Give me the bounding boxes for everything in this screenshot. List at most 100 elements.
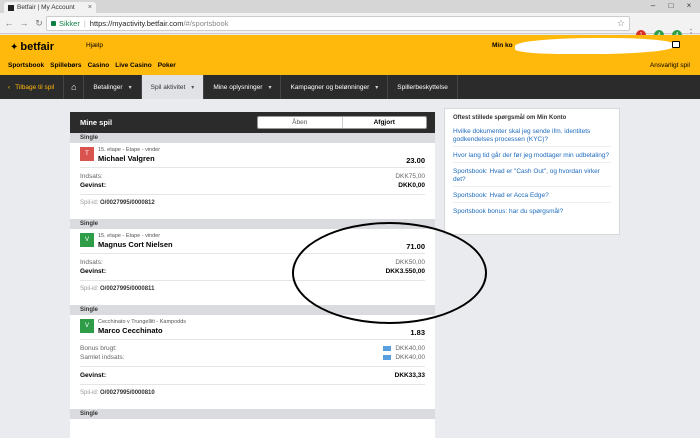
betfair-logo[interactable]: ✦ betfair: [10, 41, 54, 53]
annotation-circle: [292, 222, 487, 324]
bet-id-value: O/0027995/0000812: [100, 200, 155, 206]
faq-title: Oftest stillede spørgsmål om Min Konto: [453, 115, 567, 121]
bet-odds: 1.83: [410, 328, 425, 337]
total-stake-label: Samlet indsats:: [80, 354, 125, 361]
nav-item-details[interactable]: Mine oplysninger ▾: [204, 75, 282, 99]
win-label: Gevinst:: [80, 268, 107, 275]
bonus-icon: [383, 354, 392, 360]
bookmark-star-icon[interactable]: ☆: [617, 18, 625, 29]
chevron-down-icon: ▾: [268, 84, 272, 91]
account-name[interactable]: Min ko: [492, 42, 513, 49]
forward-arrow-icon[interactable]: →: [18, 18, 30, 28]
account-nav: ‹ Tilbage til spil ⌂ Betalinger ▾ Spil ak…: [0, 75, 700, 99]
nav-label: Spil aktivitet: [150, 83, 186, 91]
address-bar[interactable]: Sikker | https://myactivity.betfair.com …: [46, 16, 630, 31]
tab-title: Betfair | My Account: [17, 4, 75, 11]
nav-item-promotions[interactable]: Kampagner og belønninger ▾: [281, 75, 389, 99]
win-row: Gevinst: DKK0,00: [80, 181, 425, 190]
url-host: https://myactivity.betfair.com: [89, 19, 184, 28]
product-nav-item[interactable]: Poker: [158, 62, 176, 69]
bet-card[interactable]: T 15. etape - Etape - vinder Michael Val…: [70, 143, 435, 210]
window-close-icon[interactable]: ×: [680, 0, 698, 11]
chevron-left-icon: ‹: [8, 83, 11, 91]
product-nav-item[interactable]: Sportsbook: [8, 62, 44, 69]
faq-link[interactable]: Sportsbook: Hvad er Acca Edge?: [453, 190, 611, 203]
chevron-down-icon: ▾: [375, 84, 379, 91]
chevron-down-icon: ▾: [191, 84, 195, 91]
browser-tab[interactable]: Betfair | My Account ×: [4, 2, 96, 13]
betfair-logo-icon: ✦: [10, 41, 19, 53]
bet-type-header: Single: [70, 409, 435, 419]
page-title: Mine spil: [80, 118, 113, 127]
site-header: ✦ betfair Hjælp Min ko Sportsbook Spille…: [0, 35, 700, 75]
bet-odds: 23.00: [406, 156, 425, 165]
product-nav-item[interactable]: Live Casino: [115, 62, 151, 69]
bet-id: Spil-id: O/0027995/0000812: [80, 200, 425, 210]
maximize-icon[interactable]: □: [662, 0, 680, 11]
bets-panel-header: Mine spil Åben Afgjort: [70, 112, 435, 133]
product-nav-item[interactable]: Casino: [88, 62, 110, 69]
account-icon[interactable]: [672, 41, 680, 48]
divider: [80, 194, 425, 195]
minimize-icon[interactable]: –: [644, 0, 662, 11]
url-path: /#/sportsbook: [183, 19, 229, 28]
secure-indicator[interactable]: Sikker: [51, 19, 80, 28]
nav-item-activity[interactable]: Spil aktivitet ▾: [141, 75, 205, 99]
result-badge-won: V: [80, 233, 94, 247]
chevron-down-icon: ▾: [128, 84, 132, 91]
bonus-label: Bonus brugt:: [80, 345, 117, 352]
bet-event: 15. etape - Etape - vinder: [98, 147, 161, 153]
bet-id-label: Spil-id:: [80, 286, 99, 292]
stake-label: Indsats:: [80, 173, 103, 180]
bet-card[interactable]: V Cecchinato v Trungelliti - Kampodds Ma…: [70, 315, 435, 400]
faq-link[interactable]: Sportsbook bonus: har du spørgsmål?: [453, 206, 611, 218]
window-controls: – □ ×: [644, 0, 698, 11]
win-value: DKK0,00: [398, 182, 425, 189]
win-label: Gevinst:: [80, 182, 107, 189]
faq-link[interactable]: Sportsbook: Hvad er "Cash Out", og hvord…: [453, 166, 611, 187]
bet-id-label: Spil-id:: [80, 200, 99, 206]
nav-item-protection[interactable]: Spillerbeskyttelse: [388, 75, 458, 99]
result-badge-lost: T: [80, 147, 94, 161]
divider: [80, 339, 425, 340]
nav-label: Spillerbeskyttelse: [397, 83, 448, 91]
browser-tab-strip: Betfair | My Account × – □ ×: [0, 0, 700, 13]
tab-close-icon[interactable]: ×: [88, 4, 92, 11]
faq-link[interactable]: Hvor lang tid går der før jeg modtager m…: [453, 150, 611, 163]
win-value: DKK33,33: [394, 372, 425, 379]
total-stake-value: DKK40,00: [395, 354, 425, 361]
help-link[interactable]: Hjælp: [86, 42, 103, 49]
bet-type-header: Single: [70, 133, 435, 143]
back-label: Tilbage til spil: [15, 83, 55, 91]
bet-id: Spil-id: O/0027995/0000810: [80, 390, 425, 400]
back-to-games-link[interactable]: ‹ Tilbage til spil: [0, 75, 65, 99]
tab-open[interactable]: Åben: [258, 117, 342, 128]
divider: [80, 167, 425, 168]
win-row: Gevinst: DKK33,33: [80, 371, 425, 380]
faq-link[interactable]: Hvilke dokumenter skal jeg sende ifm. id…: [453, 126, 611, 147]
redaction-scribble: [515, 38, 675, 54]
bet-id-label: Spil-id:: [80, 390, 99, 396]
product-nav-item[interactable]: Spillebørs: [50, 62, 81, 69]
win-label: Gevinst:: [80, 372, 107, 379]
bet-id-value: O/0027995/0000811: [100, 286, 155, 292]
divider: [80, 366, 425, 367]
stake-value: DKK75,00: [395, 173, 425, 180]
tab-settled[interactable]: Afgjort: [341, 117, 426, 128]
responsible-gaming-link[interactable]: Ansvarligt spil: [650, 62, 690, 69]
nav-item-payments[interactable]: Betalinger ▾: [84, 75, 142, 99]
bet-selection: Michael Valgren: [98, 154, 155, 163]
total-stake-row: Samlet indsats: DKK40,00: [80, 353, 425, 362]
nav-label: Kampagner og belønninger: [290, 83, 370, 91]
stake-label: Indsats:: [80, 259, 103, 266]
browser-toolbar: ← → ↻ Sikker | https://myactivity.betfai…: [0, 13, 700, 40]
reload-icon[interactable]: ↻: [33, 18, 45, 29]
back-arrow-icon[interactable]: ←: [3, 18, 15, 28]
betfair-favicon-icon: [8, 4, 14, 11]
logo-text: betfair: [20, 41, 55, 53]
bet-id-value: O/0027995/0000810: [100, 390, 155, 396]
url-separator: |: [83, 19, 86, 28]
nav-label: Betalinger: [93, 83, 123, 91]
home-icon[interactable]: ⌂: [64, 75, 85, 99]
faq-box: Oftest stillede spørgsmål om Min Konto H…: [444, 108, 620, 235]
